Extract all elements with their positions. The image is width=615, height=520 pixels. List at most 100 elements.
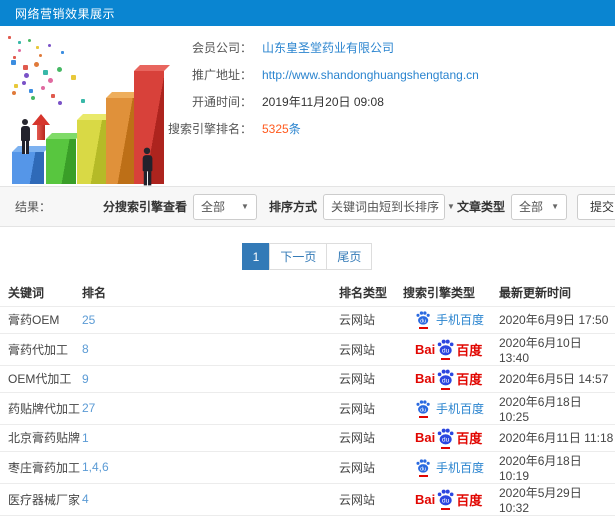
open-time-label: 开通时间： — [191, 95, 252, 109]
engine-filter-label: 分搜索引擎查看 — [102, 200, 187, 214]
rank-link[interactable]: 27 — [82, 401, 95, 415]
chart-bar-orange — [106, 92, 140, 184]
engine-select[interactable]: 全部 ▼ — [192, 193, 257, 220]
table-row: OEM代加工 9 云网站 du — [0, 364, 615, 392]
confetti-dot — [23, 72, 29, 78]
red-underline — [418, 474, 428, 477]
table-row: 膏药代加工 8 云网站 du — [0, 332, 615, 365]
header-rank-type: 排名类型 — [339, 286, 388, 301]
red-underline — [441, 508, 451, 510]
rank-link[interactable]: 1 — [82, 431, 89, 445]
table-row: 枣庄膏药加工 1,4,6 云网站 du 手机百度 2020年6月18日 10:1… — [0, 450, 615, 483]
engine-label: 手机百度 — [436, 460, 485, 475]
keyword-cell: 膏药代加工 — [0, 332, 80, 365]
confetti-dot — [22, 81, 27, 86]
company-info: 会员公司： 山东皇圣堂药业有限公司 推广地址： http://www.shand… — [160, 34, 615, 142]
pagination: 1 下一页 尾页 — [0, 243, 615, 270]
chevron-down-icon: ▼ — [551, 202, 559, 211]
rank-link[interactable]: 25 — [82, 313, 95, 327]
rank-type-cell: 云网站 — [337, 364, 401, 392]
baidu-logo-text: Bai — [415, 430, 436, 445]
promo-url-link[interactable]: http://www.shandonghuangshengtang.cn — [262, 68, 479, 82]
engine-label: 百度 — [456, 372, 483, 387]
submit-button[interactable]: 提交 — [576, 193, 615, 220]
company-name-link[interactable]: 山东皇圣堂药业有限公司 — [262, 39, 394, 56]
next-page-button[interactable]: 下一页 — [269, 243, 328, 270]
businessman-figure-right — [139, 147, 154, 186]
table-row: 药贴牌代加工 27 云网站 du 手机百度 2020年6月18日 10:25 — [0, 391, 615, 424]
engine-label: 手机百度 — [436, 313, 485, 327]
header-rank: 排名 — [82, 286, 107, 301]
article-type-select-value: 全部 — [518, 200, 543, 214]
svg-text:du: du — [442, 377, 450, 384]
engine-label: 百度 — [456, 342, 483, 358]
table-row: 北京膏药贴牌 1 云网站 du — [0, 423, 615, 451]
confetti-dot — [27, 38, 31, 42]
baidu-logo-text: Bai — [415, 341, 436, 357]
rank-link[interactable]: 1,4,6 — [82, 460, 109, 474]
rank-count-suffix: 条 — [288, 122, 301, 136]
baidu-logo: Bai du 百度 — [403, 338, 482, 360]
article-type-select[interactable]: 全部 ▼ — [510, 193, 567, 220]
red-underline — [441, 446, 451, 449]
results-table: 关键词 排名 排名类型 搜索引擎类型 最新更新时间 膏药OEM 25 云网站 d… — [0, 280, 615, 520]
rank-type-cell: 云网站 — [337, 450, 401, 483]
rank-count-value: 5325条 — [262, 120, 301, 137]
rank-count-number: 5325 — [262, 122, 289, 136]
sort-select[interactable]: 关键词由短到长排序 ▼ — [322, 193, 455, 220]
rank-type-cell: 云网站 — [337, 391, 401, 424]
confetti-dot — [18, 41, 22, 45]
rank-type-cell: 云网站 — [337, 332, 401, 365]
article-type-label: 文章类型 — [456, 200, 505, 214]
last-page-button[interactable]: 尾页 — [326, 243, 373, 270]
confetti-dot — [12, 56, 16, 60]
confetti-dot — [13, 83, 18, 88]
info-row-open-time: 开通时间： 2019年11月20日 09:08 — [160, 88, 615, 115]
keyword-cell: 菏泽膏药厂家 — [0, 514, 80, 520]
baidu-logo: Bai du 百度 — [403, 488, 482, 510]
confetti-dot — [57, 101, 62, 106]
info-row-url: 推广地址： http://www.shandonghuangshengtang.… — [160, 61, 615, 88]
confetti-dot — [48, 77, 54, 83]
confetti-dot — [43, 70, 49, 75]
table-body: 膏药OEM 25 云网站 du 手机百度 2020年6月9日 17:50 膏药代… — [0, 305, 615, 520]
svg-text:du: du — [420, 318, 426, 324]
page: 网络营销效果展示 会员公司： 山东皇圣堂药业有限公司 推广地址： http://… — [0, 0, 615, 520]
updated-cell: 2020年6月9日 17:50 — [497, 305, 615, 333]
sort-select-value: 关键词由短到长排序 — [330, 200, 439, 214]
rank-link[interactable]: 8 — [82, 342, 89, 356]
confetti-dot — [33, 62, 39, 68]
page-button-current[interactable]: 1 — [241, 243, 271, 270]
engine-label: 百度 — [456, 492, 483, 508]
keyword-cell: 枣庄膏药加工 — [0, 450, 80, 483]
filter-controls: 分搜索引擎查看 全部 ▼ 排序方式 关键词由短到长排序 ▼ 文章类型 全部 ▼ … — [91, 193, 615, 220]
rank-link[interactable]: 4 — [82, 492, 89, 506]
keyword-cell: 药贴牌代加工 — [0, 391, 80, 424]
rank-type-cell: 云网站 — [337, 514, 401, 520]
mobile-baidu-logo: du 手机百度 — [403, 458, 484, 477]
businessman-figure-left — [18, 119, 32, 154]
table-header-row: 关键词 排名 排名类型 搜索引擎类型 最新更新时间 — [0, 280, 615, 306]
keyword-cell: 北京膏药贴牌 — [0, 423, 80, 451]
page-title: 网络营销效果展示 — [15, 6, 116, 21]
red-underline — [418, 415, 428, 418]
baidu-paw-icon: du — [415, 399, 431, 418]
updated-cell: 2020年6月10日 13:40 — [497, 332, 615, 365]
baidu-logo: Bai du 百度 — [403, 427, 482, 449]
keyword-cell: 膏药OEM — [0, 305, 80, 333]
red-underline — [418, 327, 428, 329]
chevron-down-icon: ▼ — [241, 202, 249, 211]
rank-link[interactable]: 9 — [82, 372, 89, 386]
table-row: 菏泽膏药厂家 17 云网站 du 手机百度 — [0, 514, 615, 520]
confetti-dot — [48, 43, 52, 47]
svg-text:du: du — [442, 436, 450, 443]
chart-bar-yellow — [77, 114, 112, 184]
header-keyword: 关键词 — [8, 286, 45, 301]
result-label: 结果： — [15, 200, 52, 214]
engine-label: 手机百度 — [436, 401, 485, 416]
rank-type-cell: 云网站 — [337, 482, 401, 515]
baidu-paw-icon: du — [436, 488, 455, 510]
confetti-dot — [28, 88, 33, 93]
chart-bar-blue — [12, 146, 50, 184]
red-underline — [441, 358, 451, 360]
